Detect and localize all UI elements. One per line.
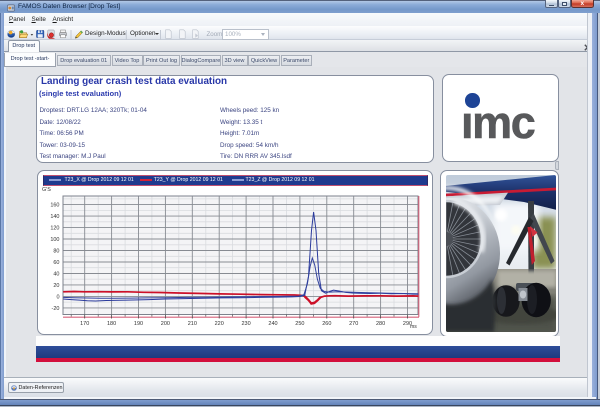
svg-text:200: 200 <box>161 321 170 327</box>
svg-text:140: 140 <box>50 214 59 220</box>
svg-text:180: 180 <box>107 321 116 327</box>
svg-text:G'S: G'S <box>42 187 51 193</box>
svg-text:240: 240 <box>268 321 277 327</box>
svg-text:ms: ms <box>410 324 417 330</box>
svg-text:80: 80 <box>53 248 59 254</box>
svg-text:-20: -20 <box>52 306 60 312</box>
svg-text:280: 280 <box>376 321 385 327</box>
svg-text:260: 260 <box>322 321 331 327</box>
svg-text:250: 250 <box>295 321 304 327</box>
svg-text:40: 40 <box>53 271 59 277</box>
svg-text:0: 0 <box>56 294 59 300</box>
svg-text:230: 230 <box>242 321 251 327</box>
svg-text:170: 170 <box>80 321 89 327</box>
svg-text:100: 100 <box>50 237 59 243</box>
svg-text:60: 60 <box>53 260 59 266</box>
svg-text:270: 270 <box>349 321 358 327</box>
svg-text:120: 120 <box>50 226 59 232</box>
svg-text:160: 160 <box>50 203 59 209</box>
svg-text:220: 220 <box>215 321 224 327</box>
svg-text:20: 20 <box>53 283 59 289</box>
svg-text:190: 190 <box>134 321 143 327</box>
svg-text:210: 210 <box>188 321 197 327</box>
